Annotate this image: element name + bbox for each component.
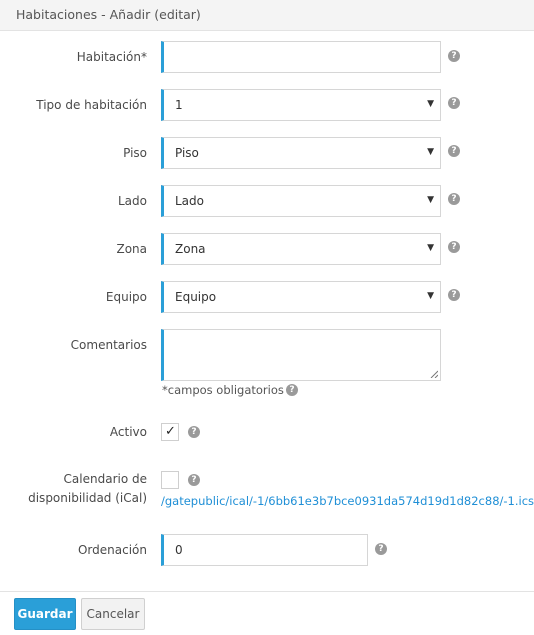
help-icon[interactable]: ? [188,426,200,438]
panel-header: Habitaciones - Añadir (editar) [0,0,534,31]
caret-down-icon: ▼ [427,243,434,253]
comentarios-textarea[interactable] [161,329,441,381]
equipo-label: Equipo [105,290,147,304]
help-icon[interactable]: ? [448,50,460,62]
lado-value: Lado [175,194,204,208]
help-icon[interactable]: ? [188,474,200,486]
caret-down-icon: ▼ [427,99,434,109]
caret-down-icon: ▼ [427,291,434,301]
zona-label: Zona [116,242,147,256]
piso-select[interactable]: Piso ▼ [161,137,441,169]
page-title: Habitaciones - Añadir (editar) [16,7,201,22]
required-fields-note: *campos obligatorios [162,383,284,397]
ordenacion-input[interactable] [161,534,368,566]
lado-select[interactable]: Lado ▼ [161,185,441,217]
tipo-habitacion-value: 1 [175,98,183,112]
help-icon[interactable]: ? [448,145,460,157]
caret-down-icon: ▼ [427,195,434,205]
resize-handle-icon[interactable] [430,370,438,378]
help-icon[interactable]: ? [448,193,460,205]
lado-label: Lado [118,194,147,208]
zona-value: Zona [175,242,206,256]
equipo-value: Equipo [175,290,217,304]
help-icon[interactable]: ? [375,543,387,555]
piso-value: Piso [175,146,199,160]
equipo-select[interactable]: Equipo ▼ [161,281,441,313]
activo-checkbox[interactable]: ✓ [161,423,179,441]
checkmark-icon: ✓ [165,424,176,439]
help-icon[interactable]: ? [448,289,460,301]
help-icon[interactable]: ? [448,97,460,109]
zona-select[interactable]: Zona ▼ [161,233,441,265]
calendario-checkbox[interactable] [161,471,179,489]
save-button[interactable]: Guardar [14,598,76,630]
cancel-button[interactable]: Cancelar [81,598,145,630]
help-icon[interactable]: ? [286,384,298,396]
comentarios-label: Comentarios [70,338,147,352]
habitacion-input[interactable] [161,41,441,73]
caret-down-icon: ▼ [427,147,434,157]
ical-link[interactable]: /gatepublic/ical/-1/6bb61e3b7bce0931da57… [161,494,534,508]
activo-label: Activo [109,425,147,439]
piso-label: Piso [123,146,147,160]
habitacion-label: Habitación* [76,50,147,64]
calendario-label-line1: Calendario de [63,472,147,486]
tipo-habitacion-label: Tipo de habitación [36,98,147,112]
help-icon[interactable]: ? [448,241,460,253]
tipo-habitacion-select[interactable]: 1 ▼ [161,89,441,121]
ordenacion-label: Ordenación [77,543,147,557]
calendario-label-line2: disponibilidad (iCal) [28,491,147,505]
